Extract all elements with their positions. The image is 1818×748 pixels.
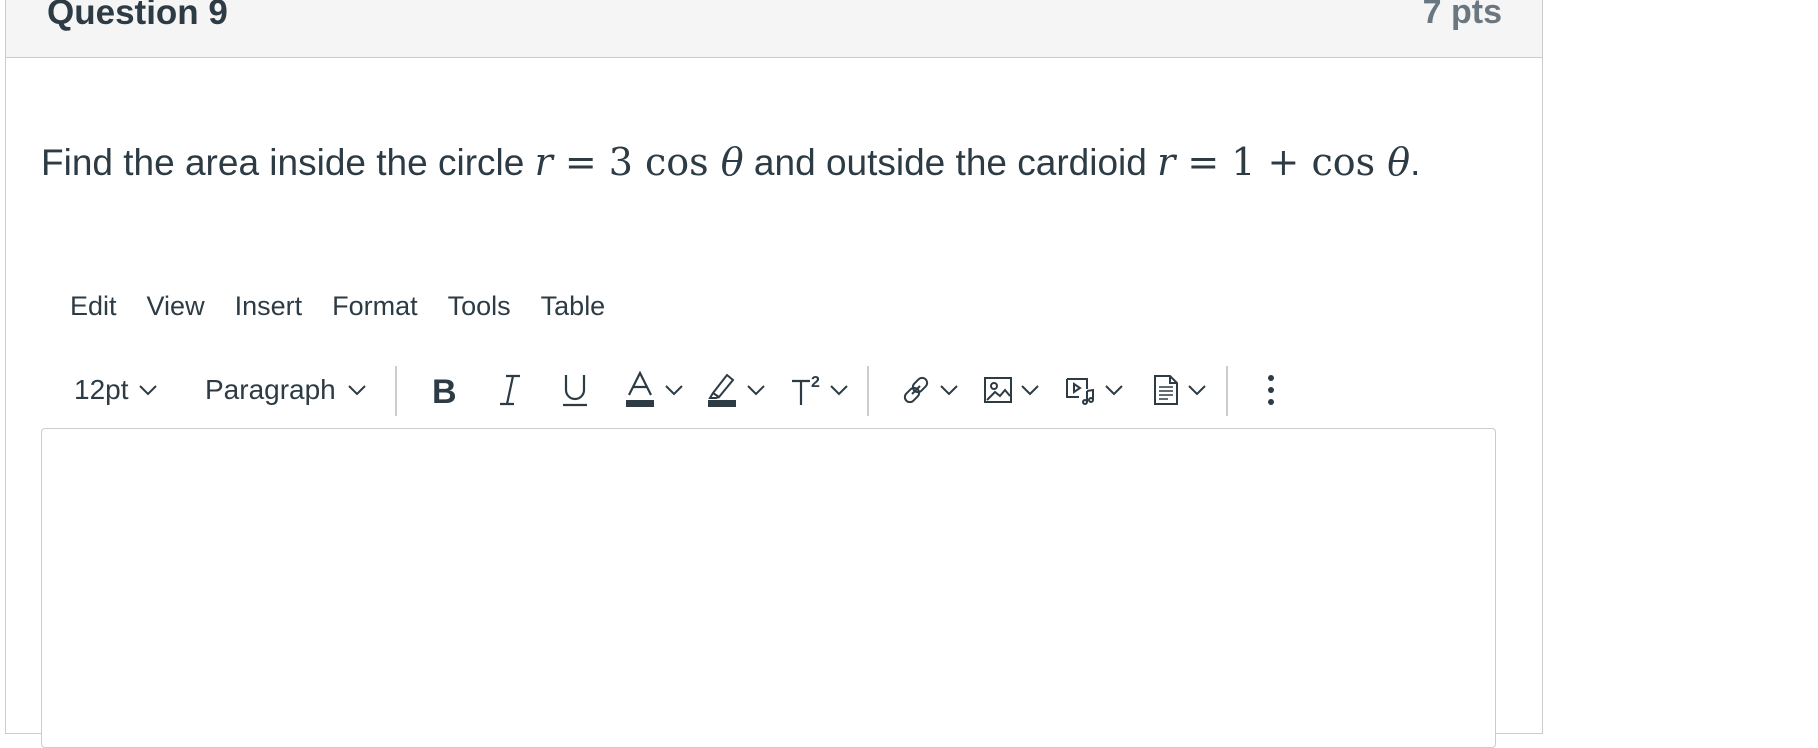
font-size-dropdown[interactable]: 12pt <box>74 360 157 420</box>
question-text: Find the area inside the circle r = 3 co… <box>41 140 1420 186</box>
chevron-down-icon <box>1105 384 1123 396</box>
menu-table[interactable]: Table <box>526 286 621 326</box>
question-text-part: and outside the cardioid <box>743 142 1158 183</box>
superscript-button[interactable]: 2 <box>790 360 848 420</box>
italic-button[interactable] <box>498 360 522 420</box>
question-title: Question 9 <box>47 0 228 32</box>
toolbar-separator <box>395 366 397 416</box>
chevron-down-icon <box>940 384 958 396</box>
chevron-down-icon <box>348 384 366 396</box>
bold-icon: B <box>430 373 460 407</box>
toolbar-separator <box>867 366 869 416</box>
underline-button[interactable] <box>561 360 589 420</box>
chevron-down-icon <box>1188 384 1206 396</box>
media-button[interactable] <box>1065 360 1123 420</box>
toolbar-separator <box>1226 366 1228 416</box>
link-icon <box>900 374 932 406</box>
image-button[interactable] <box>983 360 1039 420</box>
menu-tools[interactable]: Tools <box>433 286 526 326</box>
image-icon <box>983 375 1013 405</box>
text-color-icon <box>625 371 655 409</box>
superscript-icon: 2 <box>790 373 824 407</box>
rich-text-editor-area[interactable] <box>41 428 1496 748</box>
chevron-down-icon <box>138 384 157 396</box>
italic-icon <box>498 373 522 407</box>
menu-insert[interactable]: Insert <box>220 286 318 326</box>
menu-view[interactable]: View <box>132 286 220 326</box>
link-button[interactable] <box>900 360 958 420</box>
svg-text:2: 2 <box>811 374 820 391</box>
question-header: Question 9 7 pts <box>6 0 1542 58</box>
editor-menubar: Edit View Insert Format Tools Table <box>55 286 620 326</box>
editor-toolbar: 12pt Paragraph B 2 <box>55 360 1495 420</box>
more-options-icon <box>1265 374 1277 406</box>
chevron-down-icon <box>1021 384 1039 396</box>
highlight-button[interactable] <box>707 360 765 420</box>
document-icon <box>1152 374 1180 406</box>
svg-text:B: B <box>432 373 457 407</box>
text-color-button[interactable] <box>625 360 683 420</box>
more-options-button[interactable] <box>1265 360 1277 420</box>
menu-edit[interactable]: Edit <box>55 286 132 326</box>
media-icon <box>1065 375 1097 405</box>
question-points: 7 pts <box>1422 0 1502 31</box>
question-text-part: Find the area inside the circle <box>41 142 535 183</box>
underline-icon <box>561 372 589 408</box>
chevron-down-icon <box>665 384 683 396</box>
bold-button[interactable]: B <box>430 360 460 420</box>
question-text-part: . <box>1410 142 1421 183</box>
circle-equation: r = 3 cos θ <box>534 140 744 184</box>
menu-format[interactable]: Format <box>317 286 433 326</box>
cardioid-equation: r = 1 + cos θ <box>1157 140 1411 184</box>
font-size-value: 12pt <box>74 374 129 405</box>
highlight-icon <box>707 371 737 409</box>
block-format-value: Paragraph <box>205 374 336 405</box>
chevron-down-icon <box>747 384 765 396</box>
document-button[interactable] <box>1152 360 1206 420</box>
block-format-dropdown[interactable]: Paragraph <box>205 360 366 420</box>
chevron-down-icon <box>830 384 848 396</box>
